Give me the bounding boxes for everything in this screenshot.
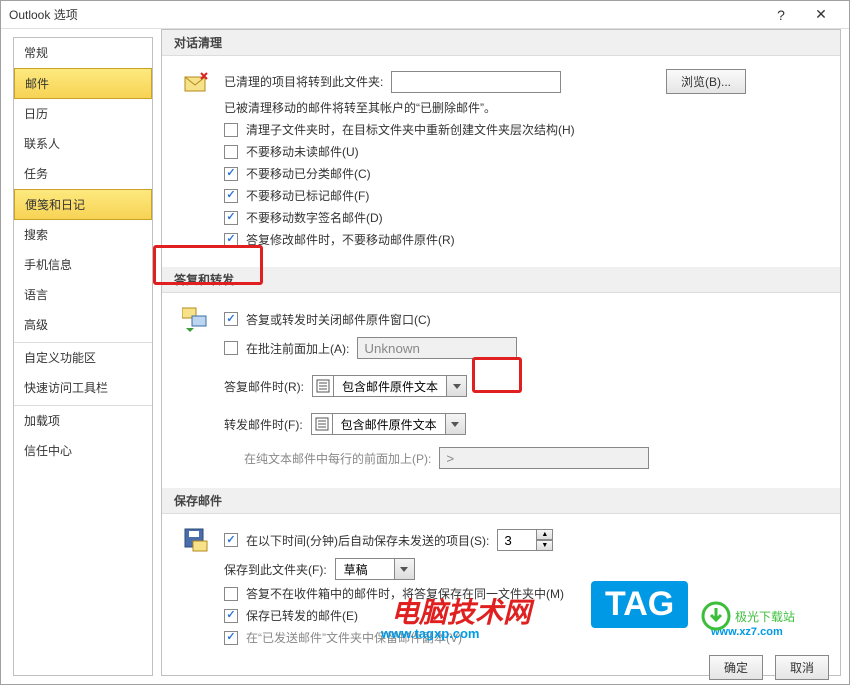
nav-addins[interactable]: 加载项 [14,405,152,436]
cb-reply-modified[interactable] [224,233,238,247]
document-lines-icon [312,375,334,397]
reply-forward-icon [176,306,216,332]
chevron-down-icon[interactable] [446,413,466,435]
lbl-autosave: 在以下时间(分钟)后自动保存未发送的项目(S): [246,532,489,549]
lbl-categorized: 不要移动已分类邮件(C) [246,165,371,182]
nav-quick-access[interactable]: 快速访问工具栏 [14,373,152,403]
lbl-keep-sent-copy: 在“已发送邮件”文件夹中保留邮件副本(V) [246,629,462,646]
lbl-unread: 不要移动未读邮件(U) [246,143,359,160]
envelope-delete-icon [176,71,216,93]
lbl-recreate-hierarchy: 清理子文件夹时，在目标文件夹中重新创建文件夹层次结构(H) [246,121,575,138]
save-folder-label: 保存到此文件夹(F): [224,561,327,578]
autosave-minutes-spinbox[interactable]: ▲▼ [497,529,553,551]
cb-keep-sent-copy[interactable] [224,631,238,645]
browse-button[interactable]: 浏览(B)... [666,69,746,94]
nav-advanced[interactable]: 高级 [14,310,152,340]
nav-general[interactable]: 常规 [14,38,152,68]
lbl-close-original: 答复或转发时关闭邮件原件窗口(C) [246,311,431,328]
save-folder-value: 草稿 [335,558,395,580]
floppy-envelope-icon [176,527,216,553]
cb-autosave[interactable] [224,533,238,547]
cb-signed[interactable] [224,211,238,225]
cleanup-note: 已被清理移动的邮件将转至其帐户的“已删除邮件”。 [224,99,496,116]
nav-contacts[interactable]: 联系人 [14,129,152,159]
titlebar: Outlook 选项 ? ✕ [1,1,849,29]
nav-language[interactable]: 语言 [14,280,152,310]
nav-calendar[interactable]: 日历 [14,99,152,129]
lbl-flagged: 不要移动已标记邮件(F) [246,187,369,204]
spin-up[interactable]: ▲ [537,529,553,540]
cleanup-folder-input[interactable] [391,71,561,93]
cb-prefix-comments[interactable] [224,341,238,355]
cb-close-original[interactable] [224,312,238,326]
nav-mail[interactable]: 邮件 [14,68,152,99]
chevron-down-icon[interactable] [447,375,467,397]
cb-categorized[interactable] [224,167,238,181]
close-button[interactable]: ✕ [801,1,841,29]
cb-flagged[interactable] [224,189,238,203]
cb-unread[interactable] [224,145,238,159]
help-button[interactable]: ? [761,1,801,29]
chevron-down-icon[interactable] [395,558,415,580]
when-reply-label: 答复邮件时(R): [224,378,304,395]
lbl-prefix-comments: 在批注前面加上(A): [246,340,349,357]
document-lines-icon [311,413,333,435]
lbl-signed: 不要移动数字签名邮件(D) [246,209,383,226]
when-reply-dropdown[interactable]: 包含邮件原件文本 [312,375,467,397]
lbl-save-same-folder: 答复不在收件箱中的邮件时，将答复保存在同一文件夹中(M) [246,585,564,602]
when-reply-value: 包含邮件原件文本 [334,375,447,397]
section-reply-header: 答复和转发 [162,267,840,293]
plain-prefix-label: 在纯文本邮件中每行的前面加上(P): [244,450,431,467]
autosave-minutes-input[interactable] [497,529,537,551]
cb-save-forwarded[interactable] [224,609,238,623]
window-title: Outlook 选项 [9,6,761,23]
prefix-comments-input [357,337,517,359]
when-forward-value: 包含邮件原件文本 [333,413,446,435]
nav-tasks[interactable]: 任务 [14,159,152,189]
section-save-header: 保存邮件 [162,488,840,514]
nav-mobile[interactable]: 手机信息 [14,250,152,280]
spin-down[interactable]: ▼ [537,540,553,551]
cb-recreate-hierarchy[interactable] [224,123,238,137]
plain-prefix-input [439,447,649,469]
when-forward-label: 转发邮件时(F): [224,416,303,433]
cb-save-same-folder[interactable] [224,587,238,601]
nav-notes[interactable]: 便笺和日记 [14,189,152,220]
options-sidebar: 常规 邮件 日历 联系人 任务 便笺和日记 搜索 手机信息 语言 高级 自定义功… [13,37,153,676]
section-cleanup-header: 对话清理 [162,30,840,56]
cancel-button[interactable]: 取消 [775,655,829,680]
options-scroll-pane[interactable]: 对话清理 已清理的项目将转到此文件夹: 浏览(B)... 已被清理移动的邮件将转… [161,29,841,676]
ok-button[interactable]: 确定 [709,655,763,680]
lbl-save-forwarded: 保存已转发的邮件(E) [246,607,358,624]
save-folder-dropdown[interactable]: 草稿 [335,558,415,580]
download-site-icon: 极光下载站 [701,601,731,634]
nav-search[interactable]: 搜索 [14,220,152,250]
nav-trust-center[interactable]: 信任中心 [14,436,152,466]
lbl-reply-modified: 答复修改邮件时，不要移动邮件原件(R) [246,231,455,248]
when-forward-dropdown[interactable]: 包含邮件原件文本 [311,413,466,435]
nav-customize-ribbon[interactable]: 自定义功能区 [14,342,152,373]
cleanup-moved-label: 已清理的项目将转到此文件夹: [224,73,383,90]
